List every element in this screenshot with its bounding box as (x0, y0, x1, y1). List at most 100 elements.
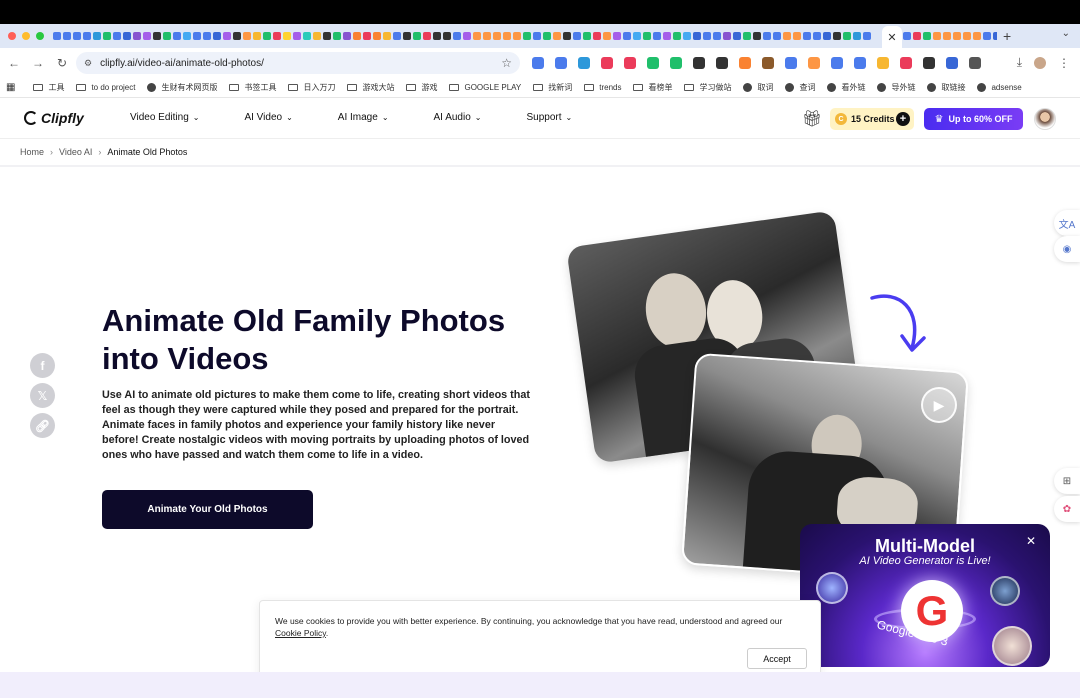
tab-favicon-icon[interactable] (672, 32, 681, 40)
tab-favicon-icon[interactable] (712, 32, 721, 40)
tab-favicon-icon[interactable] (982, 32, 991, 40)
tab-favicon-icon[interactable] (562, 32, 571, 40)
tab-favicon-icon[interactable] (532, 32, 541, 40)
extension-icon[interactable] (555, 57, 567, 69)
minimize-window-button[interactable] (22, 32, 30, 40)
nav-ai-audio[interactable]: AI Audio ⌄ (434, 112, 482, 123)
tab-favicon-icon[interactable] (842, 32, 851, 40)
tab-favicon-icon[interactable] (362, 32, 371, 40)
tab-favicon-icon[interactable] (342, 32, 351, 40)
tab-favicon-icon[interactable] (462, 32, 471, 40)
address-bar[interactable]: ⚙ clipfly.ai/video-ai/animate-old-photos… (76, 52, 520, 74)
extension-icon[interactable] (785, 57, 797, 69)
bookmark-item[interactable]: 查词 (785, 82, 815, 93)
extension-icon[interactable] (900, 57, 912, 69)
tab-favicon-icon[interactable] (762, 32, 771, 40)
tab-favicon-icon[interactable] (722, 32, 731, 40)
tab-favicon-icon[interactable] (392, 32, 401, 40)
tab-favicon-icon[interactable] (812, 32, 821, 40)
browser-menu-icon[interactable]: ⋮ (1058, 56, 1070, 70)
back-button[interactable]: ← (2, 56, 26, 70)
tab-favicon-icon[interactable] (352, 32, 361, 40)
tab-favicon-icon[interactable] (612, 32, 621, 40)
tab-favicon-icon[interactable] (252, 32, 261, 40)
close-window-button[interactable] (8, 32, 16, 40)
assistant-icon[interactable]: ◉ (1054, 236, 1080, 262)
tab-favicon-icon[interactable] (482, 32, 491, 40)
tab-favicon-icon[interactable] (232, 32, 241, 40)
tab-favicon-icon[interactable] (122, 32, 131, 40)
add-credits-button[interactable]: + (896, 112, 910, 126)
tab-favicon-icon[interactable] (102, 32, 111, 40)
profile-icon[interactable] (1034, 56, 1046, 69)
tab-favicon-icon[interactable] (282, 32, 291, 40)
tab-favicon-icon[interactable] (902, 32, 911, 40)
tab-favicon-icon[interactable] (82, 32, 91, 40)
tab-favicon-icon[interactable] (132, 32, 141, 40)
tab-favicon-icon[interactable] (652, 32, 661, 40)
extension-icon[interactable] (578, 57, 590, 69)
tab-favicon-icon[interactable] (752, 32, 761, 40)
tab-favicon-icon[interactable] (822, 32, 831, 40)
bookmark-item[interactable]: 看外链 (827, 82, 865, 93)
tab-favicon-icon[interactable] (622, 32, 631, 40)
clipfly-logo[interactable]: Clipfly (24, 110, 84, 126)
bookmark-item[interactable]: to do project (76, 83, 135, 92)
tab-favicon-icon[interactable] (412, 32, 421, 40)
tab-favicon-icon[interactable] (382, 32, 391, 40)
extension-icon[interactable] (877, 57, 889, 69)
cookie-policy-link[interactable]: Cookie Policy (275, 628, 326, 638)
tab-favicon-icon[interactable] (542, 32, 551, 40)
breadcrumb-home[interactable]: Home (20, 147, 44, 157)
nav-ai-image[interactable]: AI Image ⌄ (338, 112, 389, 123)
bookmark-item[interactable]: 取链接 (927, 82, 965, 93)
accept-cookies-button[interactable]: Accept (747, 648, 807, 669)
animate-photos-button[interactable]: Animate Your Old Photos (102, 490, 313, 529)
tab-favicon-icon[interactable] (642, 32, 651, 40)
tab-favicon-icon[interactable] (952, 32, 961, 40)
close-tab-icon[interactable]: ✕ (887, 31, 896, 44)
user-avatar[interactable] (1034, 108, 1056, 130)
extension-icon[interactable] (808, 57, 820, 69)
bookmark-item[interactable]: 导外链 (877, 82, 915, 93)
tab-favicon-icon[interactable] (932, 32, 941, 40)
tab-favicon-icon[interactable] (782, 32, 791, 40)
bookmark-item[interactable]: 工具 (33, 82, 64, 93)
tab-favicon-icon[interactable] (272, 32, 281, 40)
apps-grid-icon[interactable]: ▦ (6, 82, 21, 93)
tab-favicon-icon[interactable] (182, 32, 191, 40)
forward-button[interactable]: → (26, 56, 50, 70)
bookmark-item[interactable]: adsense (977, 83, 1022, 92)
tab-favicon-icon[interactable] (372, 32, 381, 40)
upgrade-promo-button[interactable]: ♛ Up to 60% OFF (924, 108, 1023, 130)
extension-icon[interactable] (969, 57, 981, 69)
bookmark-item[interactable]: 书签工具 (229, 82, 276, 93)
bookmark-item[interactable]: 取词 (743, 82, 773, 93)
download-icon[interactable]: ⤓ (1017, 55, 1022, 70)
credits-badge[interactable]: C 15 Credits + (830, 108, 914, 130)
new-tab-button[interactable]: + (1003, 28, 1011, 44)
tab-favicon-icon[interactable] (702, 32, 711, 40)
translate-icon[interactable]: 文A (1054, 210, 1080, 236)
tab-favicon-icon[interactable] (292, 32, 301, 40)
tab-favicon-icon[interactable] (222, 32, 231, 40)
extension-icon[interactable] (624, 57, 636, 69)
extension-icon[interactable] (716, 57, 728, 69)
copy-link-icon[interactable]: 🔗︎ (30, 413, 55, 438)
tab-favicon-icon[interactable] (262, 32, 271, 40)
tab-favicon-icon[interactable] (322, 32, 331, 40)
tab-favicon-icon[interactable] (572, 32, 581, 40)
tab-favicon-icon[interactable] (162, 32, 171, 40)
gift-icon[interactable]: 🎁︎ (802, 109, 822, 129)
tab-favicon-icon[interactable] (142, 32, 151, 40)
tab-favicon-icon[interactable] (152, 32, 161, 40)
extension-icon[interactable] (762, 57, 774, 69)
close-icon[interactable]: ✕ (1026, 534, 1036, 548)
bookmark-item[interactable]: 生财有术网页版 (147, 82, 217, 93)
tab-favicon-icon[interactable] (732, 32, 741, 40)
tab-favicon-icon[interactable] (72, 32, 81, 40)
reload-button[interactable]: ↻ (50, 56, 74, 70)
tab-favicon-icon[interactable] (692, 32, 701, 40)
tab-favicon-icon[interactable] (582, 32, 591, 40)
extension-icon[interactable] (923, 57, 935, 69)
